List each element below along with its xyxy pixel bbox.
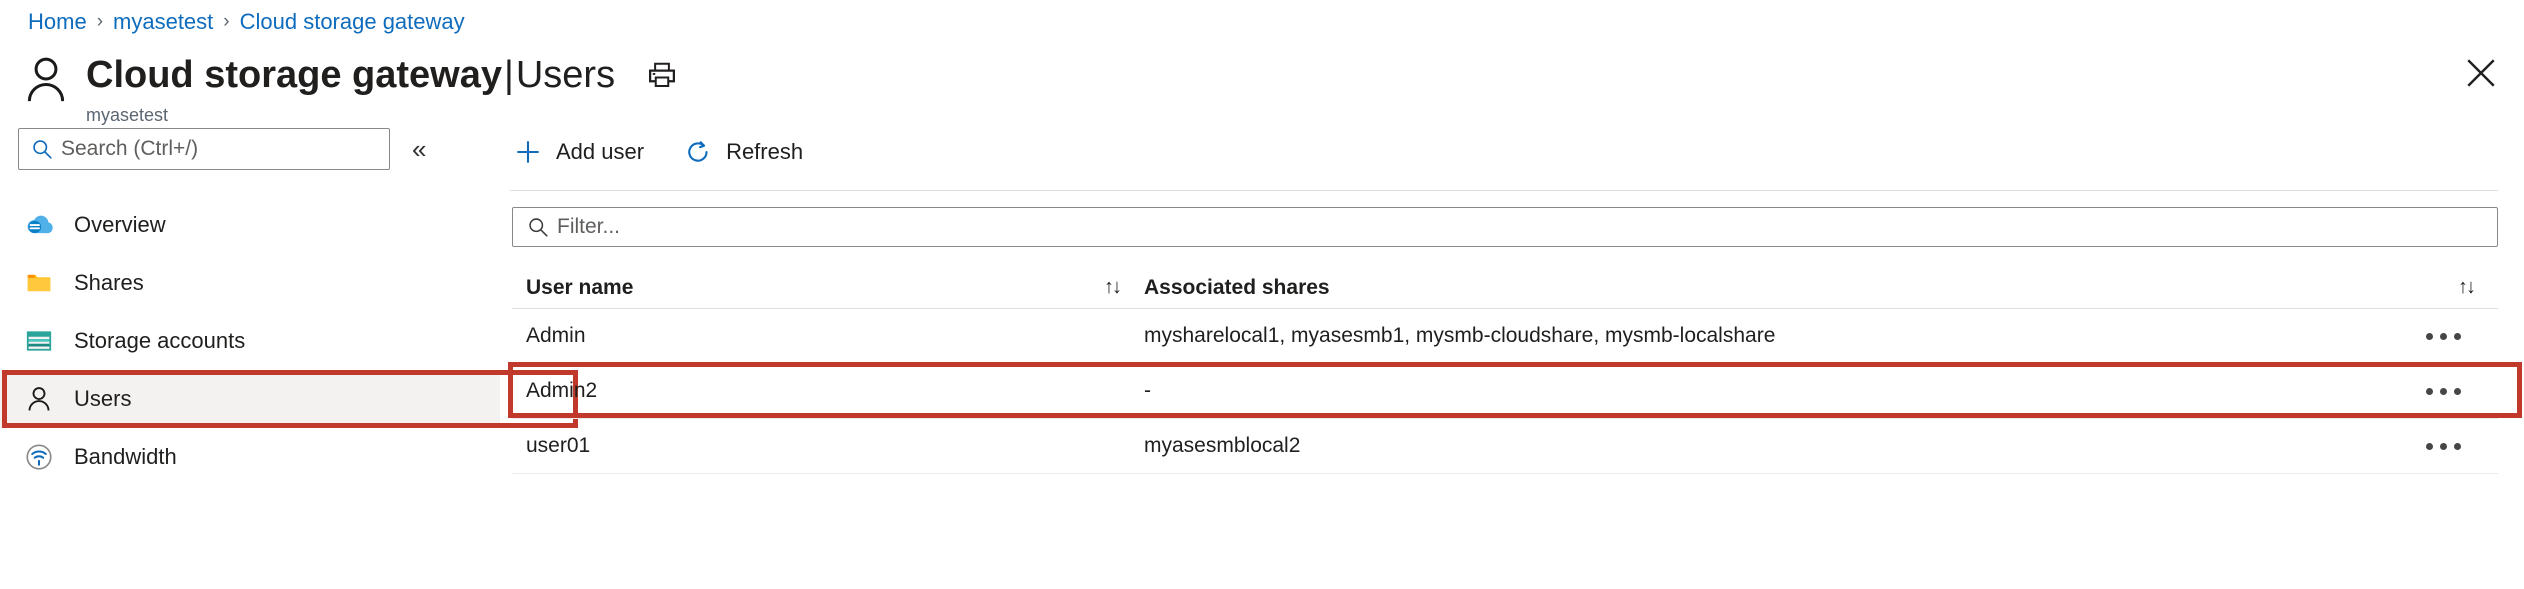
sidebar-item-label: Storage accounts [74,328,246,353]
table-row[interactable]: Admin2 - [508,362,2522,419]
user-icon [28,387,50,411]
collapse-sidebar-button[interactable]: « [412,136,426,162]
printer-icon[interactable] [647,60,677,90]
sidebar-item-users[interactable]: Users [0,370,578,428]
close-icon[interactable] [2464,56,2498,90]
page-subtitle: myasetest [86,105,169,125]
more-icon [2425,387,2461,395]
row-more-button[interactable] [2388,332,2498,340]
title-separator: | [503,54,514,96]
sidebar-item-shares[interactable]: Shares [0,254,500,312]
cloud-icon [27,215,53,234]
breadcrumb-item-home[interactable]: Home [28,8,87,36]
main-content: Add user Refresh Filter... User name ↑↓ … [500,128,2524,474]
cell-associated-shares: - [1144,379,1151,402]
column-header-label: Associated shares [1144,275,1330,299]
page-title: Cloud storage gateway [86,54,502,96]
sort-icon[interactable]: ↑↓ [2458,276,2476,299]
add-user-button[interactable]: Add user [514,138,644,166]
cell-associated-shares: myasesmblocal2 [1144,434,1301,457]
search-icon [529,218,548,237]
breadcrumb: Home › myasetest › Cloud storage gateway [28,8,465,36]
user-icon [27,57,65,102]
cell-user-name: Admin [526,324,586,347]
blade-header: Cloud storage gateway|Users myasetest [24,52,677,126]
storage-account-icon [26,331,52,351]
sidebar-item-label: Users [74,386,132,411]
sidebar: « Overview Shares [0,128,578,486]
add-user-label: Add user [556,139,645,164]
filter-input[interactable] [557,215,2497,239]
more-icon [2425,332,2461,340]
folder-icon [27,274,51,292]
users-table: User name ↑↓ Associated shares ↑↓ Admin … [508,267,2522,474]
sort-icon[interactable]: ↑↓ [1104,276,1122,299]
breadcrumb-item-myasetest[interactable]: myasetest [113,8,213,36]
filter-box[interactable] [512,207,2498,247]
refresh-icon [688,141,708,162]
more-icon [2425,442,2461,450]
search-input[interactable] [61,137,361,161]
bandwidth-icon [26,444,52,470]
table-row[interactable]: user01 myasesmblocal2 [512,419,2498,474]
command-bar: Add user Refresh [500,128,2524,176]
filter-row [500,191,2524,247]
row-more-button[interactable] [2388,387,2498,395]
column-header-label: User name [526,275,634,299]
sidebar-search-row: « [0,128,500,170]
breadcrumb-separator-icon: › [96,11,104,32]
sidebar-item-label: Bandwidth [74,444,177,469]
sidebar-item-overview[interactable]: Overview [0,196,500,254]
refresh-button[interactable]: Refresh [684,138,803,166]
table-header-row: User name ↑↓ Associated shares ↑↓ [512,267,2498,309]
sidebar-item-label: Overview [74,212,166,237]
breadcrumb-separator-icon: › [223,11,230,32]
column-header-associated-shares[interactable]: Associated shares ↑↓ [1144,276,2498,300]
page-section-title: Users [515,54,616,96]
sidebar-item-storage-accounts[interactable]: Storage accounts [0,312,500,370]
breadcrumb-item-cloud-storage-gateway[interactable]: Cloud storage gateway [240,8,465,36]
table-row[interactable]: Admin mysharelocal1, myasesmb1, mysmb-cl… [512,309,2498,364]
refresh-label: Refresh [726,139,804,164]
column-header-user-name[interactable]: User name ↑↓ [512,276,1144,300]
azure-portal-blade: Home › myasetest › Cloud storage gateway… [0,0,2524,589]
cell-user-name: Admin2 [526,379,598,402]
cell-associated-shares: mysharelocal1, myasesmb1, mysmb-cloudsha… [1144,324,1776,347]
search-box[interactable] [18,128,390,170]
sidebar-item-label: Shares [74,270,144,295]
cell-user-name: user01 [526,434,591,457]
search-icon [33,140,52,159]
sidebar-item-bandwidth[interactable]: Bandwidth [0,428,500,486]
row-more-button[interactable] [2388,442,2498,450]
plus-icon [517,141,539,163]
sidebar-nav-list: Overview Shares Storage accounts Users B… [0,196,578,486]
